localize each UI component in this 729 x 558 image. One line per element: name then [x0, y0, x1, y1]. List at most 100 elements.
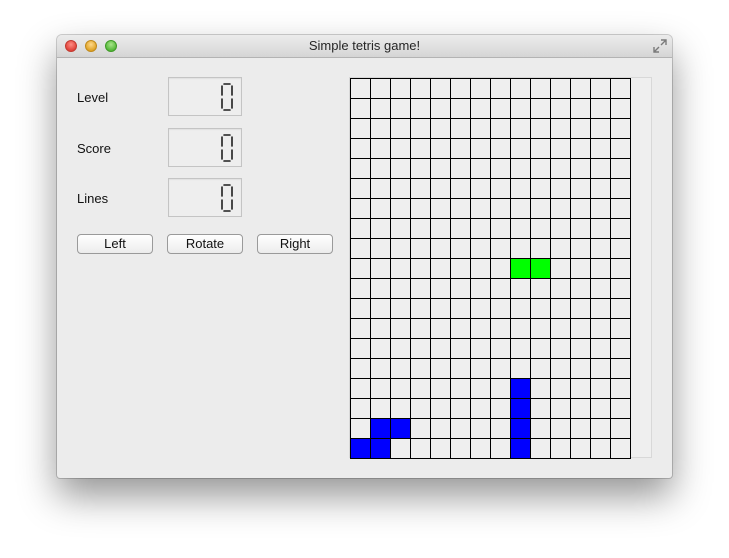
empty-cell: [491, 99, 511, 119]
block-cell: [371, 419, 391, 439]
empty-cell: [571, 99, 591, 119]
empty-cell: [511, 99, 531, 119]
empty-cell: [611, 379, 631, 399]
empty-cell: [471, 179, 491, 199]
empty-cell: [611, 139, 631, 159]
empty-cell: [471, 79, 491, 99]
block-cell: [531, 259, 551, 279]
empty-cell: [531, 179, 551, 199]
score-digit: [221, 134, 233, 162]
empty-cell: [411, 359, 431, 379]
empty-cell: [471, 399, 491, 419]
lines-label: Lines: [77, 191, 109, 206]
fullscreen-icon[interactable]: [653, 39, 667, 53]
title-bar[interactable]: Simple tetris game!: [57, 35, 672, 58]
empty-cell: [571, 79, 591, 99]
empty-cell: [411, 219, 431, 239]
empty-cell: [611, 299, 631, 319]
empty-cell: [551, 179, 571, 199]
block-cell: [351, 439, 371, 459]
score-display: 0: [168, 128, 242, 167]
left-button[interactable]: Left: [77, 234, 153, 254]
empty-cell: [451, 359, 471, 379]
empty-cell: [371, 379, 391, 399]
empty-cell: [411, 339, 431, 359]
empty-cell: [591, 419, 611, 439]
empty-cell: [371, 399, 391, 419]
empty-cell: [371, 159, 391, 179]
score-value: 0: [169, 129, 170, 130]
empty-cell: [571, 419, 591, 439]
empty-cell: [611, 119, 631, 139]
empty-cell: [571, 219, 591, 239]
empty-cell: [531, 99, 551, 119]
empty-cell: [591, 179, 611, 199]
empty-cell: [451, 279, 471, 299]
empty-cell: [431, 179, 451, 199]
empty-cell: [411, 199, 431, 219]
empty-cell: [471, 419, 491, 439]
empty-cell: [351, 199, 371, 219]
empty-cell: [491, 379, 511, 399]
empty-cell: [551, 379, 571, 399]
empty-cell: [431, 139, 451, 159]
empty-cell: [351, 159, 371, 179]
empty-cell: [531, 279, 551, 299]
empty-cell: [571, 279, 591, 299]
empty-cell: [491, 119, 511, 139]
empty-cell: [491, 339, 511, 359]
empty-cell: [511, 359, 531, 379]
empty-cell: [411, 439, 431, 459]
empty-cell: [531, 219, 551, 239]
empty-cell: [491, 199, 511, 219]
empty-cell: [351, 259, 371, 279]
empty-cell: [611, 439, 631, 459]
empty-cell: [511, 159, 531, 179]
empty-cell: [391, 339, 411, 359]
empty-cell: [431, 279, 451, 299]
empty-cell: [531, 239, 551, 259]
right-button[interactable]: Right: [257, 234, 333, 254]
level-label: Level: [77, 90, 109, 105]
empty-cell: [351, 239, 371, 259]
empty-cell: [411, 419, 431, 439]
empty-cell: [531, 439, 551, 459]
empty-cell: [391, 439, 411, 459]
empty-cell: [551, 259, 571, 279]
empty-cell: [391, 319, 411, 339]
empty-cell: [431, 319, 451, 339]
empty-cell: [491, 439, 511, 459]
empty-cell: [511, 279, 531, 299]
empty-cell: [351, 79, 371, 99]
empty-cell: [571, 179, 591, 199]
empty-cell: [551, 339, 571, 359]
empty-cell: [451, 199, 471, 219]
empty-cell: [491, 239, 511, 259]
empty-cell: [451, 99, 471, 119]
empty-cell: [411, 159, 431, 179]
empty-cell: [411, 279, 431, 299]
empty-cell: [371, 179, 391, 199]
empty-cell: [451, 159, 471, 179]
game-window: Simple tetris game! Level 0 Score 0 Line…: [57, 35, 672, 478]
empty-cell: [471, 259, 491, 279]
empty-cell: [531, 419, 551, 439]
empty-cell: [551, 279, 571, 299]
empty-cell: [411, 319, 431, 339]
rotate-button[interactable]: Rotate: [167, 234, 243, 254]
empty-cell: [611, 159, 631, 179]
empty-cell: [491, 219, 511, 239]
empty-cell: [511, 299, 531, 319]
empty-cell: [531, 379, 551, 399]
empty-cell: [491, 399, 511, 419]
empty-cell: [431, 299, 451, 319]
empty-cell: [591, 219, 611, 239]
empty-cell: [471, 339, 491, 359]
empty-cell: [351, 419, 371, 439]
empty-cell: [411, 179, 431, 199]
empty-cell: [411, 139, 431, 159]
empty-cell: [511, 119, 531, 139]
empty-cell: [391, 99, 411, 119]
empty-cell: [471, 139, 491, 159]
empty-cell: [571, 359, 591, 379]
